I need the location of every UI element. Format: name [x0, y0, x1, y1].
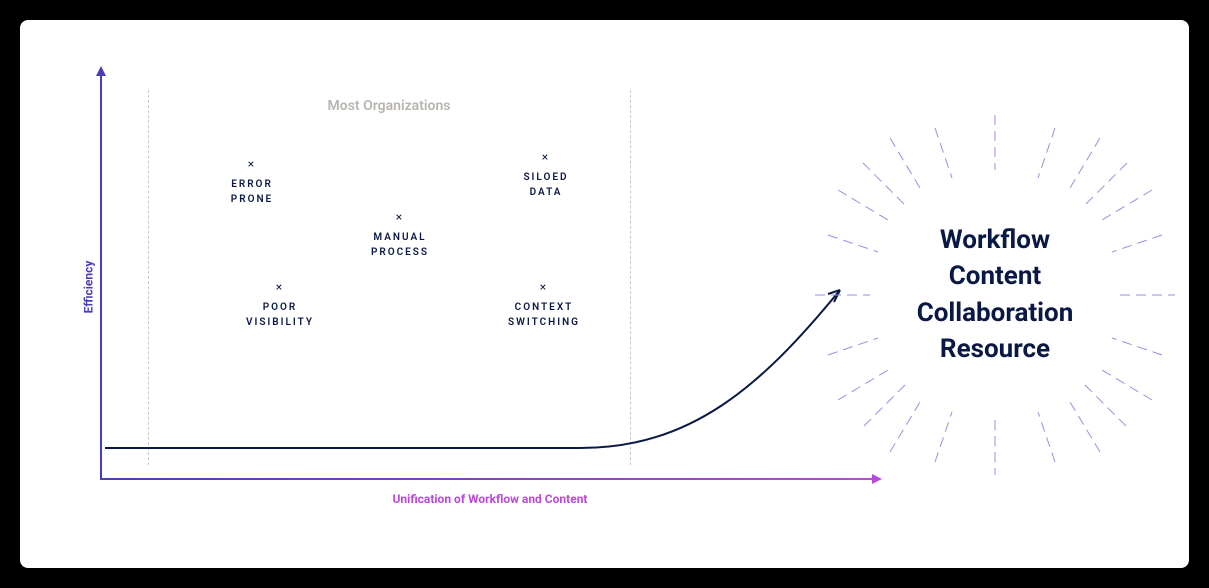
point-label: VISIBILITY	[246, 317, 314, 328]
point-label: MANUAL	[373, 232, 426, 243]
point-label: POOR	[263, 302, 298, 313]
point-label: SWITCHING	[508, 317, 580, 328]
zone-label: Most Organizations	[148, 98, 630, 114]
zone-divider-left	[148, 90, 149, 465]
point-label: PRONE	[231, 194, 273, 205]
x-axis-label: Unification of Workflow and Content	[100, 492, 880, 506]
destination-line: Content	[949, 262, 1041, 292]
destination-line: Workflow	[940, 225, 1050, 255]
x-marker-icon: ×	[474, 278, 614, 296]
destination-title: Workflow Content Collaboration Resource	[790, 222, 1189, 368]
point-label: SILOED	[523, 172, 568, 183]
point-error-prone: × ERROR PRONE	[192, 155, 312, 207]
point-label: ERROR	[231, 179, 273, 190]
x-marker-icon: ×	[220, 278, 340, 296]
point-label: DATA	[530, 187, 563, 198]
diagram-frame: Efficiency Unification of Workflow and C…	[20, 20, 1189, 568]
point-context-switching: × CONTEXT SWITCHING	[474, 278, 614, 330]
point-label: PROCESS	[371, 247, 429, 258]
destination-burst: Workflow Content Collaboration Resource	[790, 90, 1189, 500]
y-axis-label: Efficiency	[81, 261, 95, 314]
zone-divider-right	[630, 90, 631, 465]
y-axis	[100, 68, 102, 478]
x-marker-icon: ×	[192, 155, 312, 173]
destination-line: Collaboration	[917, 298, 1074, 328]
point-manual-process: × MANUAL PROCESS	[340, 208, 460, 260]
x-marker-icon: ×	[486, 148, 606, 166]
x-marker-icon: ×	[340, 208, 460, 226]
point-label: CONTEXT	[515, 302, 574, 313]
destination-line: Resource	[940, 334, 1050, 364]
point-poor-visibility: × POOR VISIBILITY	[220, 278, 340, 330]
point-siloed-data: × SILOED DATA	[486, 148, 606, 200]
x-axis	[100, 478, 880, 480]
